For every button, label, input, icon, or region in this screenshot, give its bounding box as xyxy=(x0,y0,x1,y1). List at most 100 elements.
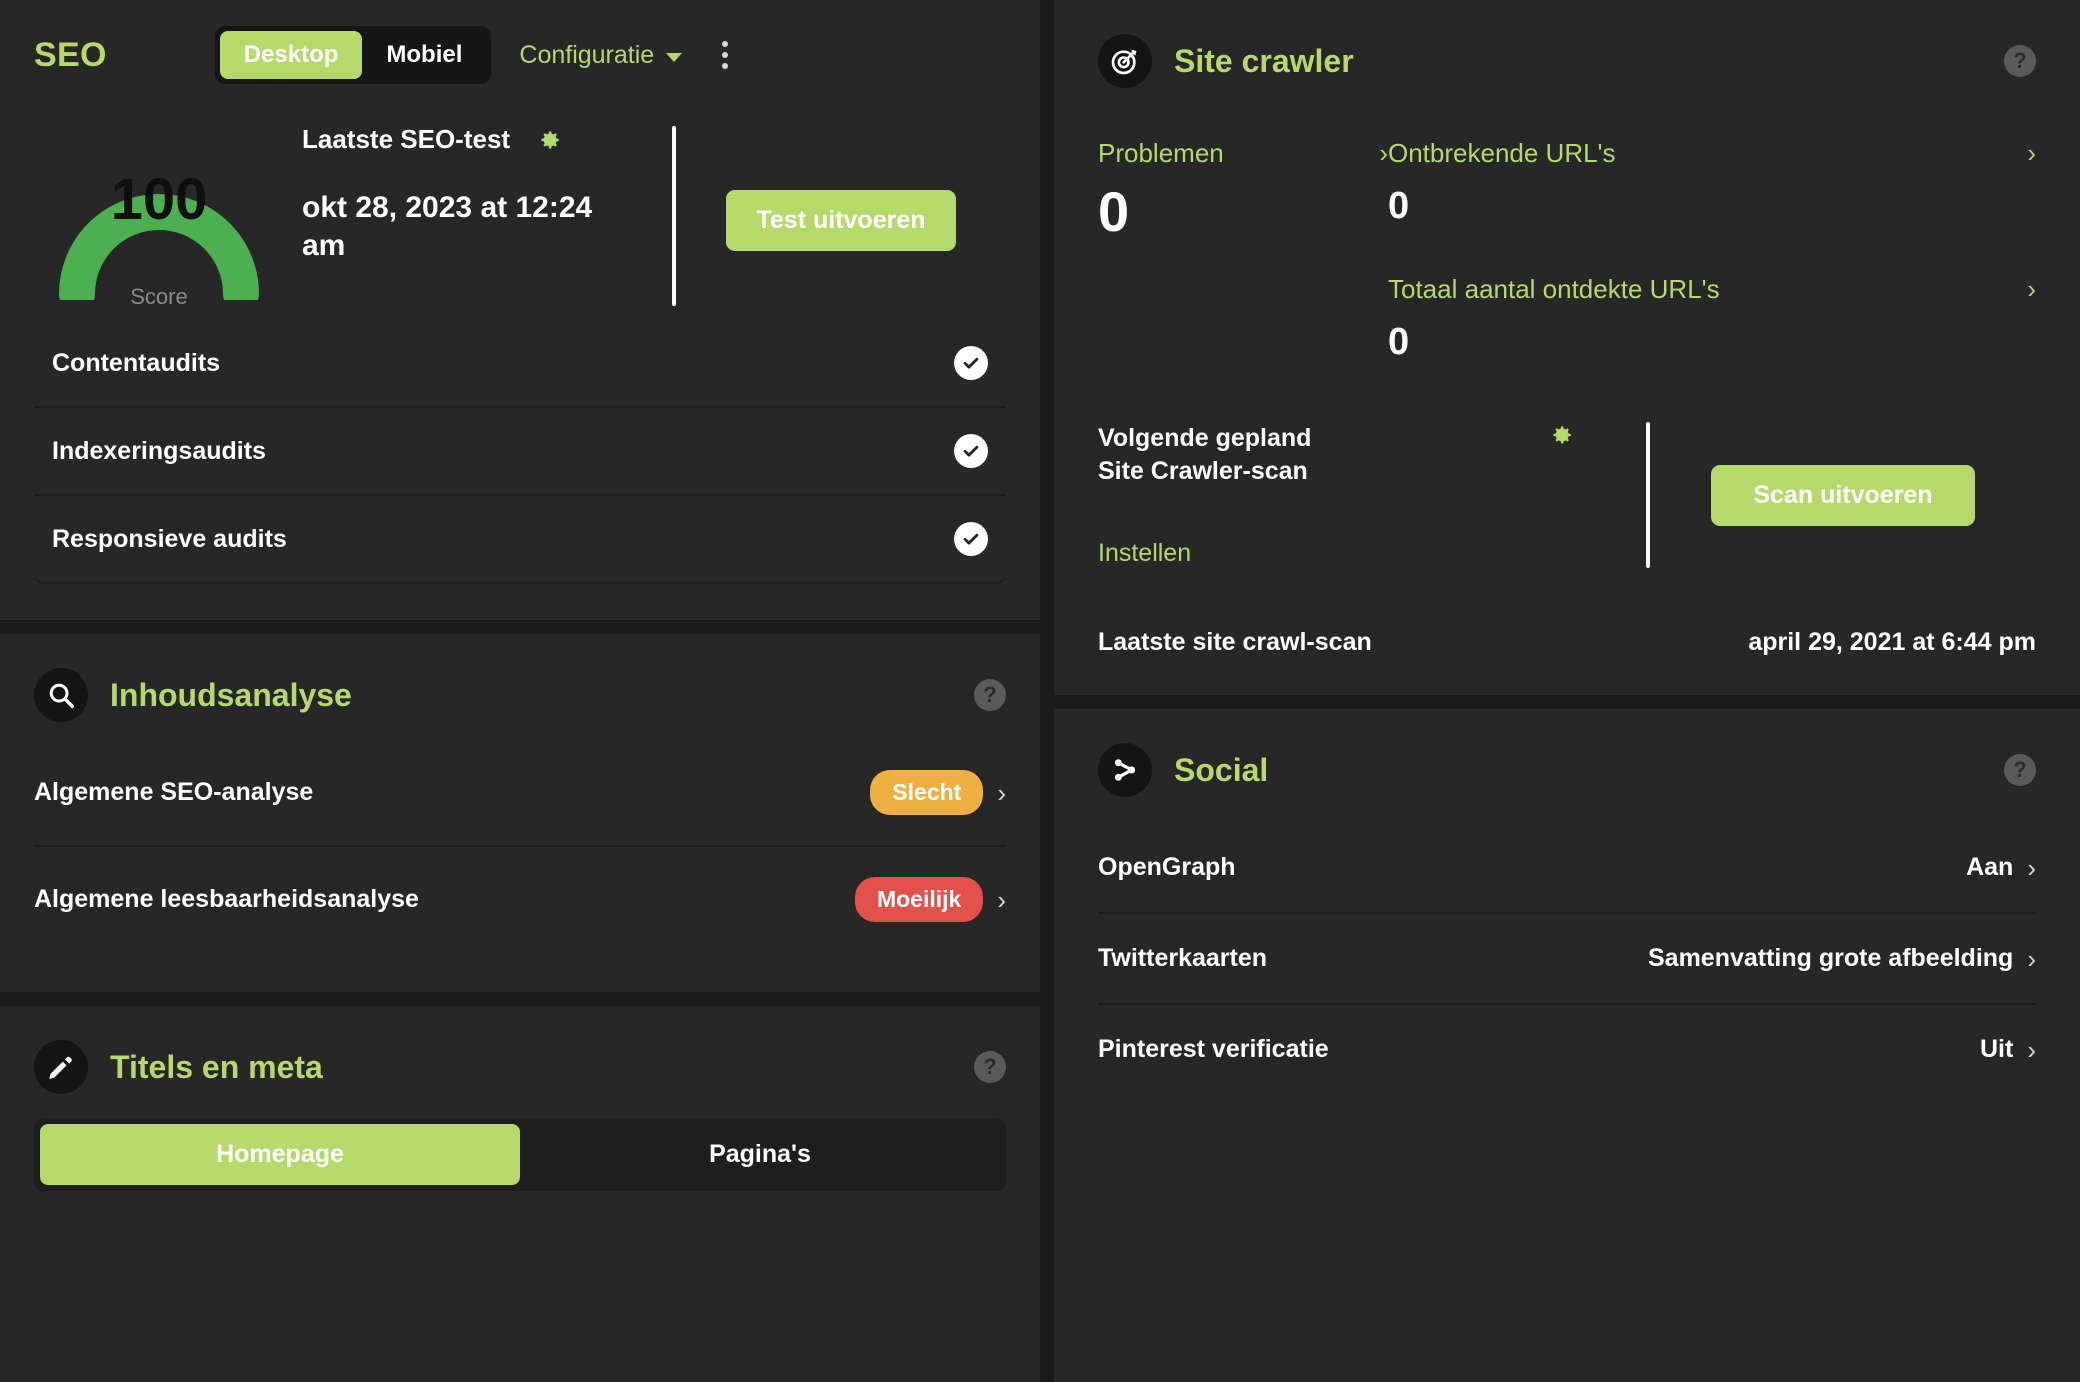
help-icon[interactable]: ? xyxy=(2004,45,2036,77)
scheduled-scan: Volgende gepland Site Crawler-scan Inste… xyxy=(1098,422,2036,568)
stat-ontbrekende-urls-value: 0 xyxy=(1388,185,1410,227)
social-opengraph-label: OpenGraph xyxy=(1098,853,1236,881)
audit-row[interactable]: Indexeringsaudits xyxy=(34,408,1006,496)
scheduled-scan-line1: Volgende gepland xyxy=(1098,424,1312,452)
list-item-label: Algemene leesbaarheidsanalyse xyxy=(34,885,419,913)
social-twitter-label: Twitterkaarten xyxy=(1098,944,1268,972)
score-gauge: 100 Score xyxy=(34,104,284,310)
crawler-stats: Problemen › 0 Ontbrekende URL's › 0 Tota… xyxy=(1098,138,2036,364)
stat-problemen-label: Problemen xyxy=(1098,138,1224,168)
share-icon xyxy=(1098,743,1152,797)
titles-meta-card: Titels en meta ? Homepage Pagina's xyxy=(0,1006,1040,1382)
stat-totaal-urls-label: Totaal aantal ontdekte URL's xyxy=(1388,274,1720,304)
list-item[interactable]: Algemene leesbaarheidsanalyse Moeilijk › xyxy=(34,847,1006,952)
audit-row[interactable]: Responsieve audits xyxy=(34,496,1006,582)
content-analysis-list: Algemene SEO-analyse Slecht › Algemene l… xyxy=(34,740,1006,952)
gauge-arc: 100 xyxy=(43,104,275,300)
target-icon xyxy=(1098,34,1152,88)
site-crawler-card: Site crawler ? Problemen › 0 Ontbrekende… xyxy=(1054,0,2080,695)
chevron-right-icon: › xyxy=(2027,274,2036,304)
list-item-label: Algemene SEO-analyse xyxy=(34,778,314,806)
run-scan-button[interactable]: Scan uitvoeren xyxy=(1711,464,1975,526)
audit-label: Contentaudits xyxy=(52,348,221,377)
tab-paginas[interactable]: Pagina's xyxy=(520,1124,1000,1185)
last-test-info: Laatste SEO-test okt 28, 2023 at 12:24 a… xyxy=(284,104,672,266)
stat-problemen-value: 0 xyxy=(1098,180,1130,243)
chevron-right-icon: › xyxy=(997,884,1006,915)
list-item[interactable]: OpenGraph Aan › xyxy=(1098,823,2036,914)
gear-icon[interactable] xyxy=(536,127,562,153)
content-analysis-card: Inhoudsanalyse ? Algemene SEO-analyse Sl… xyxy=(0,634,1040,992)
titles-meta-title: Titels en meta xyxy=(110,1048,323,1085)
check-circle-icon xyxy=(954,346,988,380)
scheduled-scan-left: Volgende gepland Site Crawler-scan Inste… xyxy=(1098,422,1638,568)
chevron-right-icon: › xyxy=(2027,138,2036,168)
audit-row[interactable]: Contentaudits xyxy=(34,320,1006,408)
stat-problemen[interactable]: Problemen › 0 xyxy=(1098,138,1388,364)
last-crawl-scan-value: april 29, 2021 at 6:44 pm xyxy=(1748,628,2036,656)
social-title: Social xyxy=(1174,751,1269,788)
titles-meta-tabs: Homepage Pagina's xyxy=(34,1118,1006,1191)
chevron-right-icon: › xyxy=(1379,138,1388,168)
stat-totaal-urls-value: 0 xyxy=(1388,321,1410,363)
last-test-label: Laatste SEO-test xyxy=(302,124,511,154)
chevron-right-icon: › xyxy=(2027,1034,2036,1065)
social-pinterest-label: Pinterest verificatie xyxy=(1098,1035,1329,1063)
help-icon[interactable]: ? xyxy=(974,1051,1006,1083)
last-crawl-scan-label: Laatste site crawl-scan xyxy=(1098,628,1372,656)
more-options-icon[interactable] xyxy=(716,35,734,75)
instellen-link[interactable]: Instellen xyxy=(1098,539,1191,568)
kebab-dot xyxy=(722,52,729,58)
status-badge: Slecht xyxy=(870,770,984,815)
list-item[interactable]: Algemene SEO-analyse Slecht › xyxy=(34,740,1006,847)
scheduled-scan-title: Volgende gepland Site Crawler-scan xyxy=(1098,422,1311,487)
last-crawl-scan-row: Laatste site crawl-scan april 29, 2021 a… xyxy=(1098,628,2036,661)
chevron-down-icon xyxy=(666,52,683,62)
stat-totaal-urls[interactable]: Totaal aantal ontdekte URL's › 0 xyxy=(1388,274,2036,364)
status-badge: Moeilijk xyxy=(854,877,984,922)
check-circle-icon xyxy=(954,434,988,468)
seo-panel-header: SEO Desktop Mobiel Configuratie xyxy=(0,0,1040,98)
device-toggle-desktop[interactable]: Desktop xyxy=(219,31,363,79)
chevron-right-icon: › xyxy=(997,777,1006,808)
tab-homepage[interactable]: Homepage xyxy=(40,1124,520,1185)
scheduled-scan-line2: Site Crawler-scan xyxy=(1098,456,1308,485)
stat-ontbrekende-urls-label: Ontbrekende URL's xyxy=(1388,138,1616,168)
configuratie-label: Configuratie xyxy=(519,40,655,69)
run-test-button[interactable]: Test uitvoeren xyxy=(726,190,956,251)
social-twitter-value: Samenvatting grote afbeelding xyxy=(1647,944,2014,972)
left-column: SEO Desktop Mobiel Configuratie 100 Scor… xyxy=(0,0,1040,1382)
titles-meta-header: Titels en meta ? xyxy=(34,1040,1006,1094)
gear-icon[interactable] xyxy=(1548,422,1574,448)
social-list: OpenGraph Aan › Twitterkaarten Samenvatt… xyxy=(1098,823,2036,1094)
device-toggle-mobiel[interactable]: Mobiel xyxy=(362,31,486,79)
help-icon[interactable]: ? xyxy=(2004,754,2036,786)
content-analysis-title: Inhoudsanalyse xyxy=(110,676,352,713)
audits-list: Contentaudits Indexeringsaudits Responsi… xyxy=(0,320,1040,620)
chevron-right-icon: › xyxy=(2027,852,2036,883)
audit-label: Responsieve audits xyxy=(52,524,287,553)
right-column: Site crawler ? Problemen › 0 Ontbrekende… xyxy=(1054,0,2080,1382)
page-title: SEO xyxy=(34,35,107,74)
site-crawler-title: Site crawler xyxy=(1174,42,1354,79)
pencil-icon xyxy=(34,1040,88,1094)
search-icon xyxy=(34,668,88,722)
list-item[interactable]: Twitterkaarten Samenvatting grote afbeel… xyxy=(1098,914,2036,1005)
device-toggle[interactable]: Desktop Mobiel xyxy=(214,26,492,84)
social-card: Social ? OpenGraph Aan › Twitterkaarten … xyxy=(1054,709,2080,1382)
kebab-dot xyxy=(722,41,729,47)
run-scan-area: Scan uitvoeren xyxy=(1650,422,2036,568)
social-header: Social ? xyxy=(1098,743,2036,797)
help-icon[interactable]: ? xyxy=(974,679,1006,711)
stat-ontbrekende-urls[interactable]: Ontbrekende URL's › 0 Totaal aantal ontd… xyxy=(1388,138,2036,364)
kebab-dot xyxy=(722,63,729,69)
seo-summary: 100 Score Laatste SEO-test okt 28, 2023 … xyxy=(0,98,1040,320)
content-analysis-header: Inhoudsanalyse ? xyxy=(34,668,1006,722)
audit-label: Indexeringsaudits xyxy=(52,436,266,465)
dashboard: SEO Desktop Mobiel Configuratie 100 Scor… xyxy=(0,0,2080,1382)
run-test-area: Test uitvoeren xyxy=(676,104,1006,251)
check-circle-icon xyxy=(954,522,988,556)
social-opengraph-value: Aan xyxy=(1966,853,2014,881)
configuratie-dropdown[interactable]: Configuratie xyxy=(519,40,683,70)
list-item[interactable]: Pinterest verificatie Uit › xyxy=(1098,1005,2036,1094)
